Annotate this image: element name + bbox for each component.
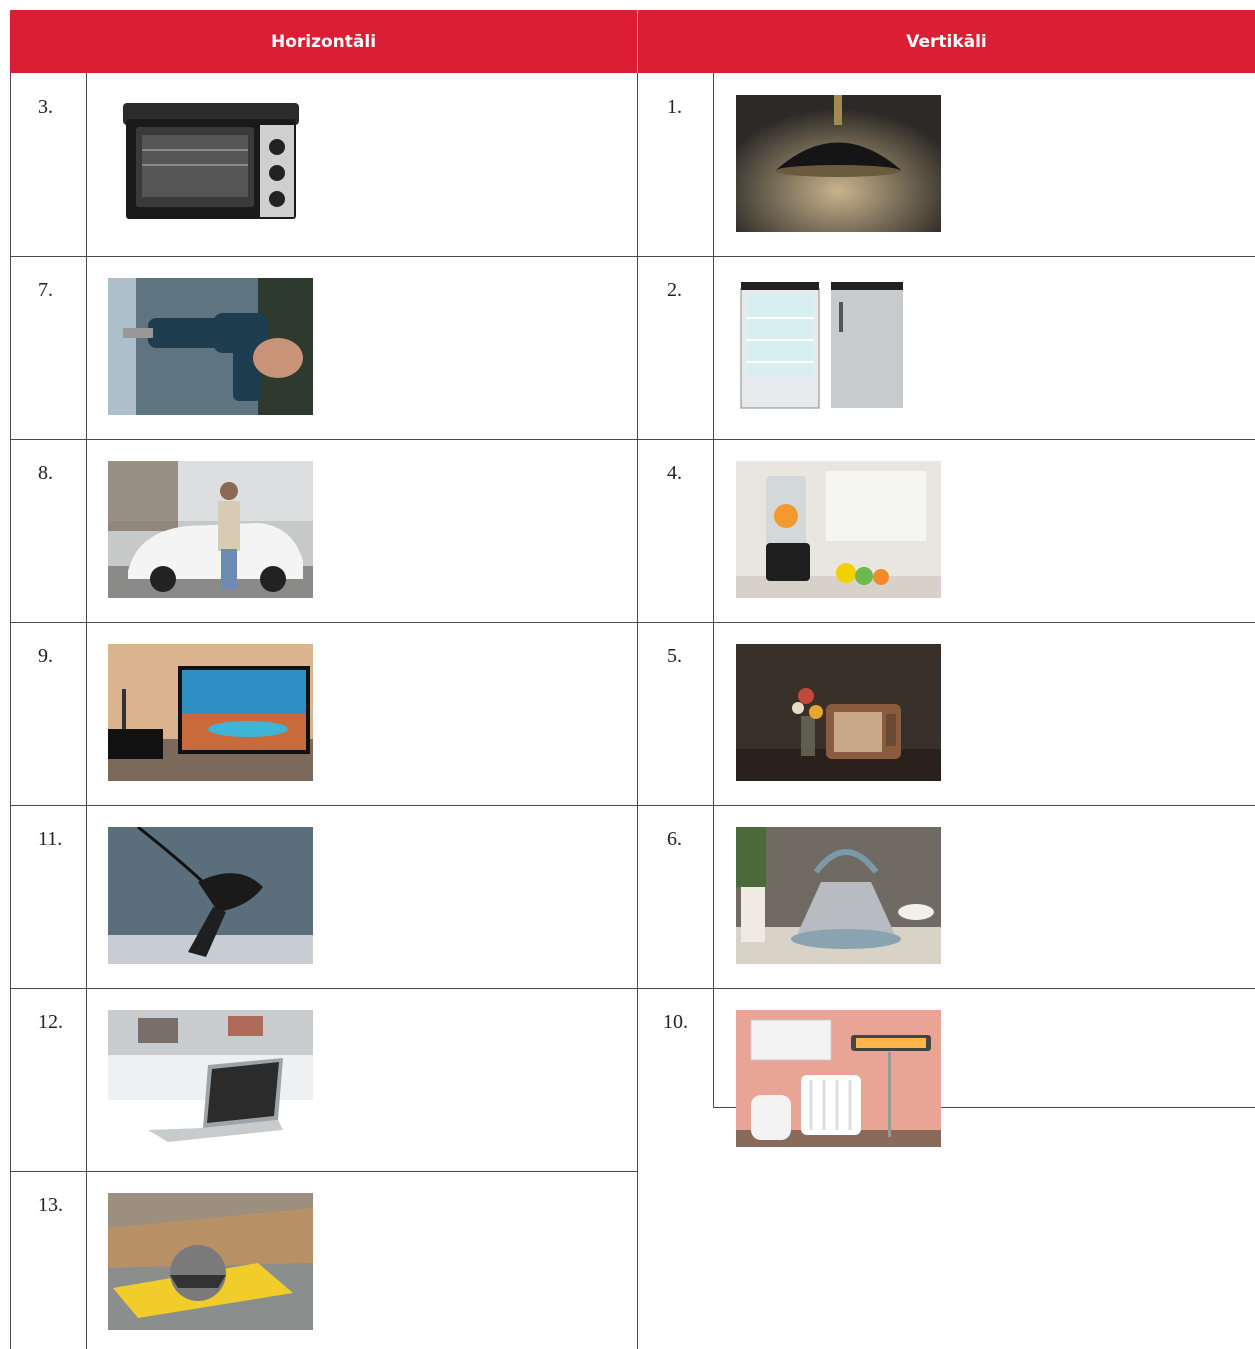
- crossword-clue-table: Horizontāli Vertikāli 3. 7. 8. 9. 11. 12…: [10, 10, 1255, 1349]
- clue-number: 2.: [667, 279, 682, 301]
- clue-number: 11.: [38, 828, 63, 850]
- clue-number: 8.: [38, 462, 53, 484]
- grid-line: [10, 439, 1255, 440]
- retro-radio-image: [736, 644, 941, 781]
- clue-number: 12.: [38, 1011, 63, 1033]
- grid-line: [10, 805, 1255, 806]
- blender-image: [736, 461, 941, 598]
- electric-kettle-image: [736, 827, 941, 964]
- pendant-lamp-image: [736, 95, 941, 232]
- clue-number: 3.: [38, 96, 53, 118]
- hair-dryer-image: [108, 827, 313, 964]
- clue-number: 13.: [38, 1194, 63, 1216]
- clue-number: 5.: [667, 645, 682, 667]
- grid-line: [10, 988, 1255, 989]
- flat-screen-tv-image: [108, 644, 313, 781]
- grid-line: [10, 622, 1255, 623]
- clue-number: 6.: [667, 828, 682, 850]
- clue-number: 7.: [38, 279, 53, 301]
- table-saw-image: [108, 1193, 313, 1330]
- space-heaters-image: [736, 1010, 941, 1147]
- grid-line: [86, 73, 87, 1349]
- electric-car-charging-image: [108, 461, 313, 598]
- header-horizontal: Horizontāli: [10, 10, 637, 73]
- clue-number: 9.: [38, 645, 53, 667]
- grid-line: [10, 256, 1255, 257]
- grid-line: [10, 1171, 638, 1172]
- refrigerator-image: [736, 278, 941, 415]
- power-drill-image: [108, 278, 313, 415]
- laptop-image: [108, 1010, 313, 1147]
- clue-number: 4.: [667, 462, 682, 484]
- header-vertical: Vertikāli: [638, 10, 1255, 73]
- grid-line: [713, 73, 714, 1108]
- clue-number: 10.: [663, 1011, 688, 1033]
- toaster-oven-image: [108, 95, 313, 232]
- grid-line: [10, 73, 11, 1349]
- clue-number: 1.: [667, 96, 682, 118]
- grid-line: [637, 73, 638, 1349]
